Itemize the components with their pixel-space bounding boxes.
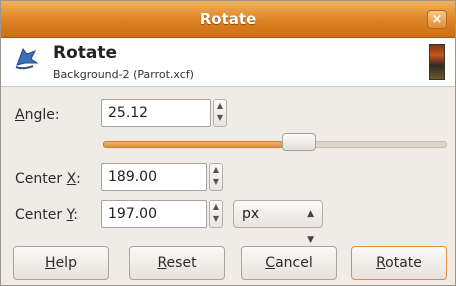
help-button[interactable]: Help <box>13 246 109 280</box>
center-y-label-text: Center <box>15 207 67 223</box>
rotate-button[interactable]: Rotate <box>351 246 447 280</box>
help-button-key: H <box>45 255 56 271</box>
angle-slider-handle[interactable] <box>282 133 316 151</box>
center-x-label-text: Center <box>15 171 67 187</box>
center-x-label-colon: : <box>76 171 81 187</box>
angle-label-rest: ngle: <box>24 107 60 123</box>
angle-input[interactable]: 25.12 <box>101 99 211 127</box>
cancel-button-key: C <box>265 255 276 271</box>
rotate-dialog: Rotate × Rotate Background-2 (Parrot.xcf… <box>0 0 456 286</box>
center-x-label: Center X: <box>15 171 81 187</box>
rotate-tool-icon <box>15 48 39 70</box>
rotate-button-key: R <box>376 255 386 271</box>
dialog-header: Rotate Background-2 (Parrot.xcf) <box>1 38 455 87</box>
angle-label-key: A <box>15 107 25 123</box>
angle-slider-fill <box>103 141 283 148</box>
help-button-label: elp <box>55 255 77 271</box>
cancel-button-label: ancel <box>275 255 313 271</box>
reset-button-key: R <box>157 255 167 271</box>
title-bar[interactable]: Rotate × <box>1 1 455 38</box>
center-y-label: Center Y: <box>15 207 78 223</box>
center-x-spinner[interactable]: ▲ ▼ <box>209 163 223 191</box>
reset-button[interactable]: Reset <box>129 246 225 280</box>
header-title: Rotate <box>53 43 118 63</box>
angle-spinner[interactable]: ▲ ▼ <box>213 99 227 127</box>
unit-select-value: px <box>242 206 260 222</box>
center-x-label-key: X <box>66 171 77 187</box>
angle-label: Angle: <box>15 107 60 123</box>
center-y-label-colon: : <box>73 207 78 223</box>
unit-select[interactable]: px ▲ ▼ <box>233 200 323 245</box>
image-thumbnail <box>429 44 445 80</box>
reset-button-label: eset <box>166 255 197 271</box>
window-title: Rotate <box>199 10 257 28</box>
header-subtitle: Background-2 (Parrot.xcf) <box>53 68 194 81</box>
center-x-input[interactable]: 189.00 <box>101 163 207 191</box>
cancel-button[interactable]: Cancel <box>241 246 337 280</box>
rotate-button-label: otate <box>385 255 422 271</box>
center-y-spinner[interactable]: ▲ ▼ <box>209 200 223 228</box>
center-y-input[interactable]: 197.00 <box>101 200 207 228</box>
close-icon[interactable]: × <box>427 10 447 29</box>
